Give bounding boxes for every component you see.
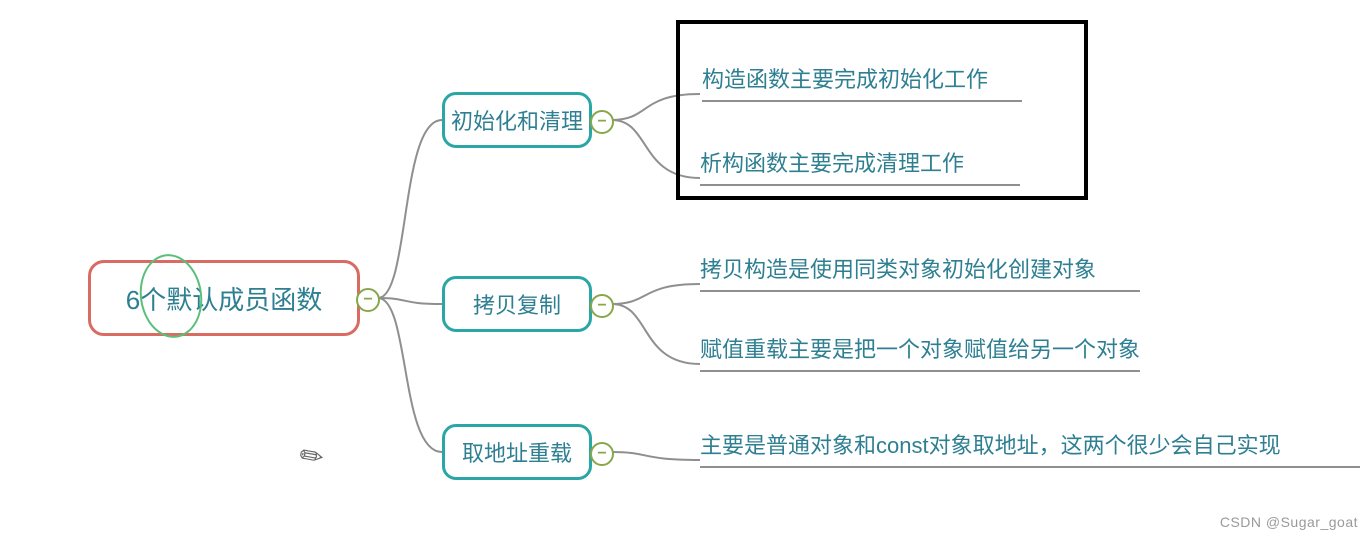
leaf-text: 赋值重载主要是把一个对象赋值给另一个对象 [700,337,1140,362]
collapse-toggle-3[interactable] [590,442,614,466]
root-node[interactable]: 6个默认成员函数 [88,260,360,336]
child-label: 取地址重载 [462,436,572,468]
leaf-text: 主要是普通对象和const对象取地址，这两个很少会自己实现 [700,433,1281,458]
leaf-underline [700,466,1360,468]
leaf-text: 拷贝构造是使用同类对象初始化创建对象 [700,257,1096,282]
pencil-icon: ✎ [293,436,331,476]
leaf-assign-overload[interactable]: 赋值重载主要是把一个对象赋值给另一个对象 [700,332,1140,372]
child-label: 初始化和清理 [451,104,583,136]
collapse-toggle-root[interactable] [356,288,380,312]
leaf-underline [700,370,1140,372]
child-node-addressof[interactable]: 取地址重载 [442,424,592,480]
leaf-underline [700,184,1020,186]
collapse-toggle-2[interactable] [590,294,614,318]
collapse-toggle-1[interactable] [590,110,614,134]
leaf-copy-ctor[interactable]: 拷贝构造是使用同类对象初始化创建对象 [700,252,1140,292]
leaf-underline [702,100,1022,102]
watermark-text: CSDN @Sugar_goat [1220,514,1358,530]
leaf-text: 析构函数主要完成清理工作 [700,151,964,176]
mindmap-canvas: 6个默认成员函数 初始化和清理 构造函数主要完成初始化工作 析构函数主要完成清理… [0,0,1370,538]
leaf-underline [700,290,1140,292]
leaf-addressof[interactable]: 主要是普通对象和const对象取地址，这两个很少会自己实现 [700,428,1360,468]
child-node-copy[interactable]: 拷贝复制 [442,276,592,332]
leaf-destructor[interactable]: 析构函数主要完成清理工作 [700,146,1020,186]
child-node-init-cleanup[interactable]: 初始化和清理 [442,92,592,148]
leaf-text: 构造函数主要完成初始化工作 [702,67,988,92]
root-label: 6个默认成员函数 [126,280,322,317]
child-label: 拷贝复制 [473,288,561,320]
leaf-constructor[interactable]: 构造函数主要完成初始化工作 [702,62,1022,102]
